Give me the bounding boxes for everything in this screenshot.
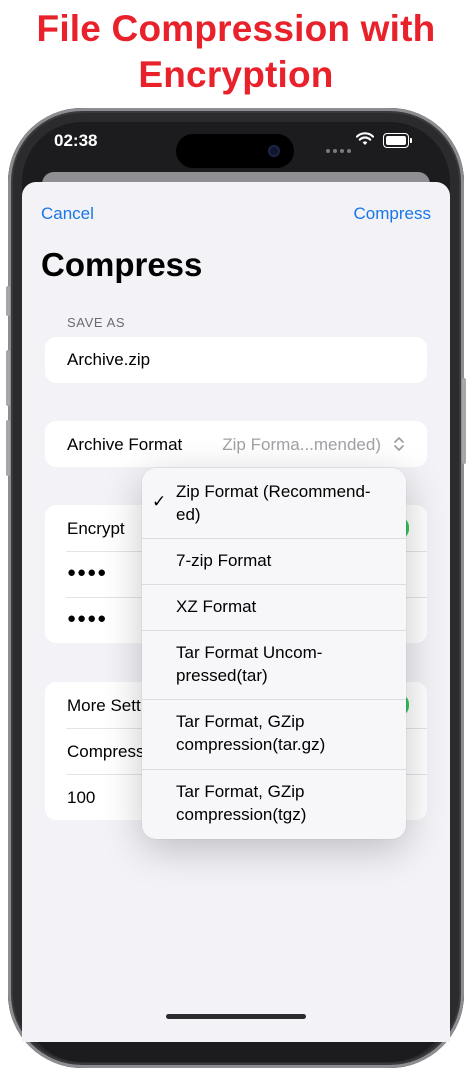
- cancel-button[interactable]: Cancel: [41, 204, 94, 224]
- filename-field[interactable]: Archive.zip: [67, 350, 150, 370]
- menu-item-label: ed): [176, 505, 201, 524]
- menu-item-label: Tar Format Uncom-: [176, 643, 323, 662]
- menu-item-xz[interactable]: XZ Format: [142, 585, 406, 630]
- save-as-card: Archive.zip: [45, 337, 427, 383]
- page-title: Compress: [41, 246, 203, 283]
- archive-format-menu: ✓ Zip Format (Recommend- ed) 7-zip Forma…: [142, 468, 406, 839]
- wifi-icon: [356, 132, 374, 145]
- dynamic-island: [176, 134, 294, 168]
- archive-format-value: Zip Forma...mended): [222, 435, 381, 454]
- menu-item-zip[interactable]: ✓ Zip Format (Recommend- ed): [142, 468, 406, 538]
- compression-level-label: Compress: [67, 742, 145, 761]
- menu-item-label: 7-zip Format: [176, 551, 272, 570]
- menu-item-label: compression(tar.gz): [176, 735, 326, 754]
- menu-item-7zip[interactable]: 7-zip Format: [142, 539, 406, 584]
- archive-format-label: Archive Format: [67, 435, 183, 454]
- promo-headline: File Compression with Encryption: [0, 6, 472, 98]
- chevron-up-down-icon: [394, 437, 404, 451]
- menu-item-label: Zip Format (Recommend-: [176, 482, 371, 501]
- home-indicator: [166, 1014, 306, 1019]
- menu-item-tar[interactable]: Tar Format Uncom- pressed(tar): [142, 631, 406, 699]
- signal-dots-icon: [326, 140, 354, 158]
- volume-up-button: [6, 350, 10, 406]
- encrypt-label: Encrypt: [67, 519, 125, 538]
- promo-headline-line-2: Encryption: [138, 54, 334, 95]
- menu-item-tgz[interactable]: Tar Format, GZip compression(tgz): [142, 770, 406, 839]
- menu-item-label: Tar Format, GZip: [176, 782, 305, 801]
- more-settings-label: More Sett: [67, 696, 141, 715]
- power-button: [462, 378, 466, 464]
- menu-item-label: pressed(tar): [176, 666, 268, 685]
- front-camera-icon: [268, 145, 280, 157]
- menu-item-tar-gz[interactable]: Tar Format, GZip compression(tar.gz): [142, 700, 406, 769]
- status-time: 02:38: [54, 131, 98, 150]
- checkmark-icon: ✓: [152, 492, 167, 511]
- promo-headline-line-1: File Compression with: [36, 8, 436, 49]
- save-as-header: SAVE AS: [67, 315, 126, 330]
- menu-item-label: compression(tgz): [176, 805, 307, 824]
- compression-level-value[interactable]: 100: [67, 788, 95, 808]
- action-button: [6, 286, 10, 316]
- menu-item-label: XZ Format: [176, 597, 257, 616]
- password-field[interactable]: ●●●●: [67, 564, 107, 581]
- menu-item-label: Tar Format, GZip: [176, 712, 305, 731]
- battery-icon: [383, 133, 412, 148]
- archive-format-picker[interactable]: Archive Format Zip Forma...mended): [45, 421, 427, 467]
- confirm-password-field[interactable]: ●●●●: [67, 610, 107, 627]
- compress-button[interactable]: Compress: [354, 204, 431, 224]
- volume-down-button: [6, 420, 10, 476]
